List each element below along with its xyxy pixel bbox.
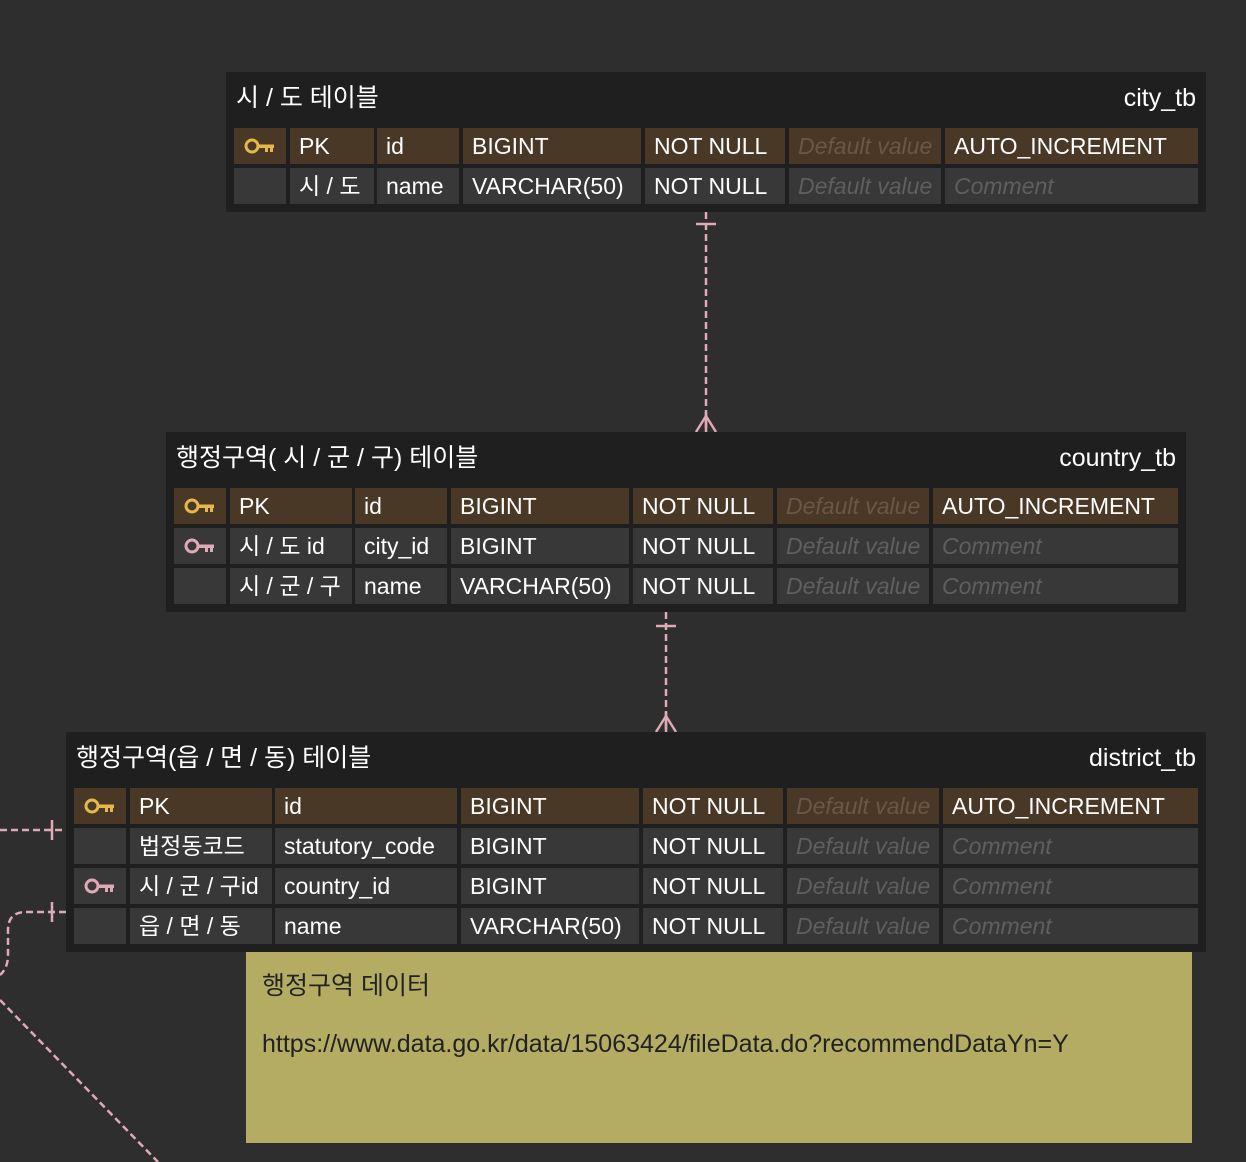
column-type[interactable]: VARCHAR(50) xyxy=(463,168,641,204)
column-default[interactable]: Default value xyxy=(787,788,939,824)
relation-offscreen-1[interactable] xyxy=(0,820,66,840)
column-logical-name[interactable]: 시 / 도 xyxy=(290,168,374,204)
column-default[interactable]: Default value xyxy=(787,828,939,864)
column-comment[interactable]: Comment xyxy=(943,868,1198,904)
column-extra[interactable]: AUTO_INCREMENT xyxy=(945,128,1198,164)
column-default[interactable]: Default value xyxy=(777,568,929,604)
key-cell xyxy=(174,528,226,564)
column-type[interactable]: BIGINT xyxy=(451,488,629,524)
table-logical-name: 시 / 도 테이블 xyxy=(236,84,379,112)
many-marker-left xyxy=(694,415,708,433)
column-logical-name[interactable]: 시 / 도 id xyxy=(230,528,352,564)
relation-country-district[interactable] xyxy=(654,612,678,733)
relation-city-country[interactable] xyxy=(694,212,718,433)
column-type[interactable]: BIGINT xyxy=(461,788,639,824)
relation-line xyxy=(0,910,66,976)
column-nullable[interactable]: NOT NULL xyxy=(643,788,783,824)
column-comment[interactable]: Comment xyxy=(943,828,1198,864)
memo-title: 행정구역 데이터 xyxy=(262,972,430,1000)
column-type[interactable]: BIGINT xyxy=(461,828,639,864)
column-logical-name[interactable]: PK xyxy=(290,128,374,164)
primary-key-icon xyxy=(244,138,274,154)
column-default[interactable]: Default value xyxy=(787,908,939,944)
column-logical-name[interactable]: 법정동코드 xyxy=(130,828,272,864)
column-nullable[interactable]: NOT NULL xyxy=(643,828,783,864)
table-physical-name: country_tb xyxy=(1059,444,1176,472)
primary-key-icon xyxy=(184,498,214,514)
table-logical-name: 행정구역(읍 / 면 / 동) 테이블 xyxy=(76,744,372,772)
column-nullable[interactable]: NOT NULL xyxy=(643,868,783,904)
column-comment[interactable]: Comment xyxy=(945,168,1198,204)
table-country_tb[interactable]: 행정구역( 시 / 군 / 구) 테이블 country_tb PK id BI… xyxy=(166,432,1186,612)
column-type[interactable]: BIGINT xyxy=(463,128,641,164)
column-name[interactable]: city_id xyxy=(355,528,447,564)
many-marker-right xyxy=(704,415,718,433)
key-cell xyxy=(174,568,226,604)
column-logical-name[interactable]: 읍 / 면 / 동 xyxy=(130,908,272,944)
column-default[interactable]: Default value xyxy=(777,528,929,564)
column-name[interactable]: statutory_code xyxy=(275,828,457,864)
many-marker-right xyxy=(664,715,678,733)
relation-offscreen-2[interactable] xyxy=(0,902,66,976)
column-type[interactable]: VARCHAR(50) xyxy=(451,568,629,604)
relation-offscreen-3[interactable] xyxy=(0,999,159,1162)
key-cell xyxy=(74,908,126,944)
column-nullable[interactable]: NOT NULL xyxy=(633,528,773,564)
column-name[interactable]: name xyxy=(377,168,459,204)
column-type[interactable]: BIGINT xyxy=(451,528,629,564)
column-extra[interactable]: AUTO_INCREMENT xyxy=(943,788,1198,824)
column-nullable[interactable]: NOT NULL xyxy=(645,168,785,204)
table-city_tb[interactable]: 시 / 도 테이블 city_tb PK id BIGINT NOT NULL … xyxy=(226,72,1206,212)
many-marker-left xyxy=(654,715,668,733)
column-type[interactable]: BIGINT xyxy=(461,868,639,904)
column-nullable[interactable]: NOT NULL xyxy=(633,568,773,604)
column-name[interactable]: country_id xyxy=(275,868,457,904)
column-extra[interactable]: AUTO_INCREMENT xyxy=(933,488,1178,524)
key-cell xyxy=(234,128,286,164)
key-cell xyxy=(234,168,286,204)
relation-line xyxy=(0,999,159,1162)
column-default[interactable]: Default value xyxy=(787,868,939,904)
table-header[interactable]: 행정구역( 시 / 군 / 구) 테이블 country_tb xyxy=(166,432,1186,484)
table-physical-name: city_tb xyxy=(1123,84,1196,112)
table-header[interactable]: 행정구역(읍 / 면 / 동) 테이블 district_tb xyxy=(66,732,1206,784)
column-comment[interactable]: Comment xyxy=(933,528,1178,564)
column-logical-name[interactable]: 시 / 군 / 구 xyxy=(230,568,352,604)
column-comment[interactable]: Comment xyxy=(933,568,1178,604)
key-cell xyxy=(174,488,226,524)
primary-key-icon xyxy=(84,798,114,814)
memo-body: https://www.data.go.kr/data/15063424/fil… xyxy=(262,1030,1069,1058)
foreign-key-icon xyxy=(84,878,114,894)
table-district_tb[interactable]: 행정구역(읍 / 면 / 동) 테이블 district_tb PK id BI… xyxy=(66,732,1206,952)
key-cell xyxy=(74,828,126,864)
column-nullable[interactable]: NOT NULL xyxy=(645,128,785,164)
foreign-key-icon xyxy=(184,538,214,554)
column-nullable[interactable]: NOT NULL xyxy=(633,488,773,524)
column-type[interactable]: VARCHAR(50) xyxy=(461,908,639,944)
column-logical-name[interactable]: PK xyxy=(230,488,352,524)
column-name[interactable]: id xyxy=(355,488,447,524)
column-default[interactable]: Default value xyxy=(777,488,929,524)
column-logical-name[interactable]: 시 / 군 / 구id xyxy=(130,868,272,904)
table-header[interactable]: 시 / 도 테이블 city_tb xyxy=(226,72,1206,124)
column-default[interactable]: Default value xyxy=(789,168,941,204)
key-cell xyxy=(74,868,126,904)
column-logical-name[interactable]: PK xyxy=(130,788,272,824)
memo-note[interactable]: 행정구역 데이터 https://www.data.go.kr/data/150… xyxy=(246,952,1192,1143)
table-physical-name: district_tb xyxy=(1089,744,1196,772)
column-comment[interactable]: Comment xyxy=(943,908,1198,944)
column-default[interactable]: Default value xyxy=(789,128,941,164)
column-name[interactable]: name xyxy=(275,908,457,944)
column-nullable[interactable]: NOT NULL xyxy=(643,908,783,944)
column-name[interactable]: name xyxy=(355,568,447,604)
table-logical-name: 행정구역( 시 / 군 / 구) 테이블 xyxy=(176,444,479,472)
column-name[interactable]: id xyxy=(377,128,459,164)
column-name[interactable]: id xyxy=(275,788,457,824)
key-cell xyxy=(74,788,126,824)
